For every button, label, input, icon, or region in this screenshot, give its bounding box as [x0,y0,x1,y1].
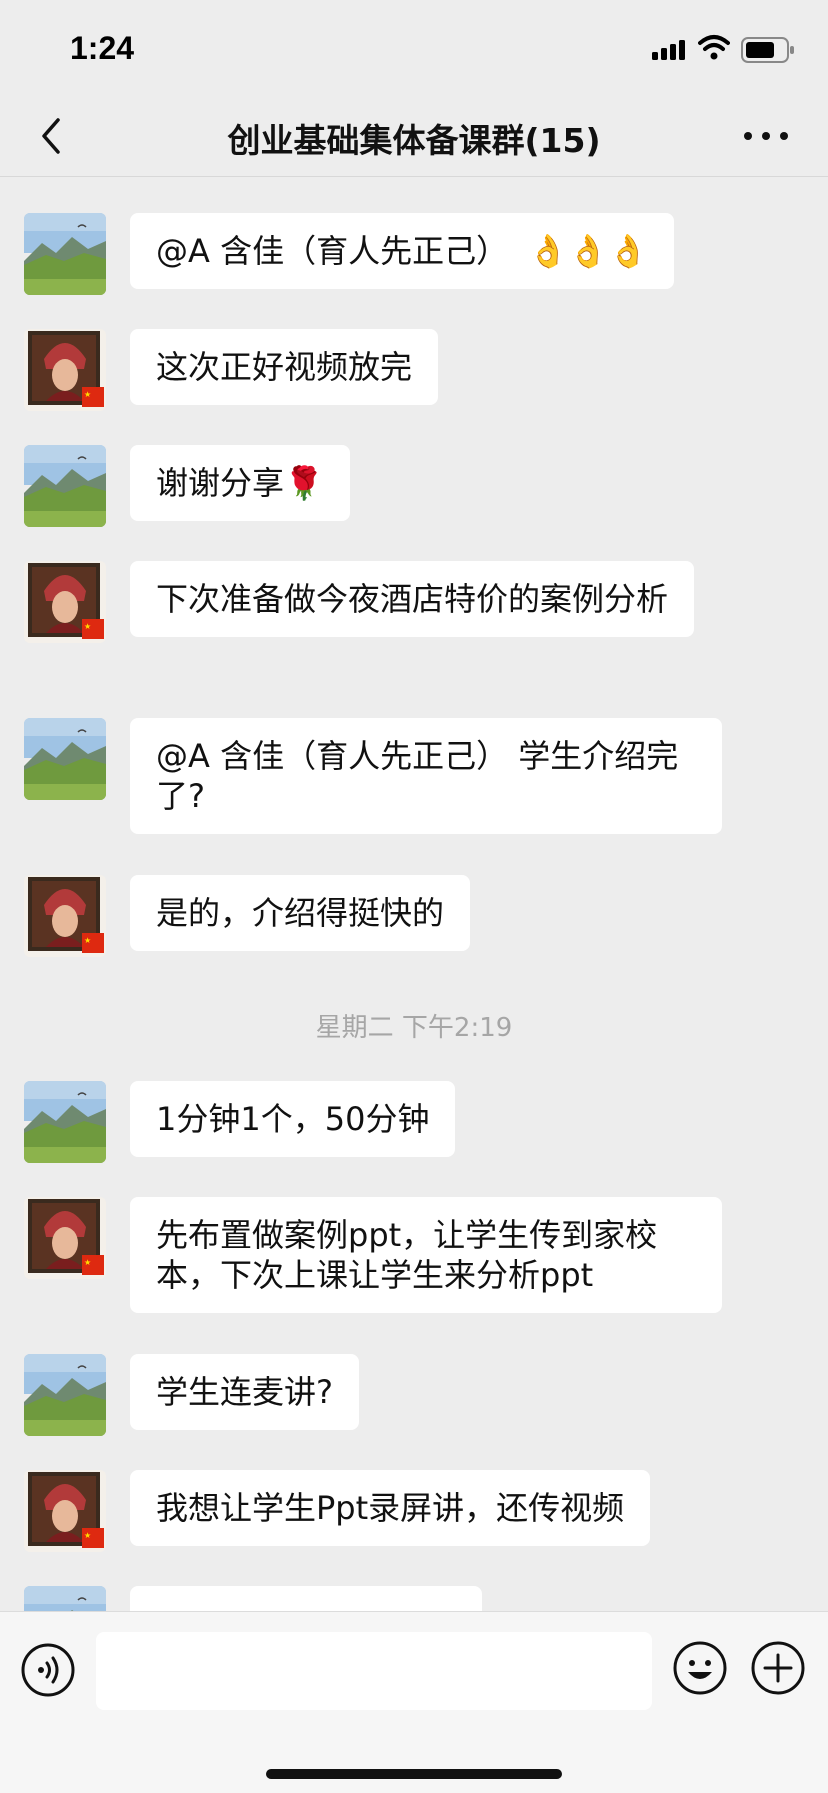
message-bubble[interactable]: 学生连麦讲? [130,1354,359,1430]
page-title: 创业基础集体备课群(15) [227,121,601,160]
status-bar: 1:24 [0,0,828,100]
avatar[interactable] [24,1081,106,1163]
avatar[interactable] [24,445,106,527]
status-time: 1:24 [70,30,135,66]
plus-icon[interactable] [750,1640,806,1696]
avatar[interactable] [24,875,106,957]
nav-bar: 创业基础集体备课群(15) [0,100,828,177]
avatar[interactable] [24,1470,106,1552]
voice-icon[interactable] [20,1642,76,1698]
battery-icon [741,37,794,63]
message-bubble[interactable]: 这次正好视频放完 [130,329,439,405]
message-bubble[interactable]: @A 含佳（育人先正己） 👌👌👌 [130,213,674,289]
emoji-icon[interactable] [672,1640,728,1696]
message-bubble[interactable]: 谢谢分享🌹 [130,445,350,521]
home-indicator[interactable] [266,1769,562,1779]
avatar[interactable] [24,718,106,800]
message-bubble[interactable]: 1分钟1个，50分钟 [130,1081,456,1157]
avatar[interactable] [24,329,106,411]
timestamp: 星期二 下午2:19 [315,1013,513,1043]
avatar[interactable] [24,1197,106,1279]
chat-area[interactable]: @A 含佳（育人先正己） 👌👌👌 这次正好视频放完 谢谢分享🌹 下次准备做今夜酒… [0,177,828,1611]
wifi-icon [698,35,730,60]
message-bubble[interactable]: 先布置做案例ppt，让学生传到家校本，下次上课让学生来分析ppt [130,1197,722,1313]
cellular-signal-icon [652,40,685,60]
avatar[interactable] [24,1586,106,1611]
message-bubble[interactable]: 是的，介绍得挺快的 [130,875,471,951]
message-bubble[interactable]: 下次准备做今夜酒店特价的案例分析 [130,561,695,637]
avatar[interactable] [24,561,106,643]
avatar[interactable] [24,213,106,295]
input-bar [0,1611,828,1793]
message-bubble[interactable] [130,1586,482,1611]
message-input[interactable] [96,1632,652,1710]
more-dots-icon[interactable] [742,128,790,144]
avatar[interactable] [24,1354,106,1436]
message-bubble[interactable]: 我想让学生Ppt录屏讲，还传视频 [130,1470,651,1546]
message-bubble[interactable]: @A 含佳（育人先正己） 学生介绍完了? [130,718,722,834]
